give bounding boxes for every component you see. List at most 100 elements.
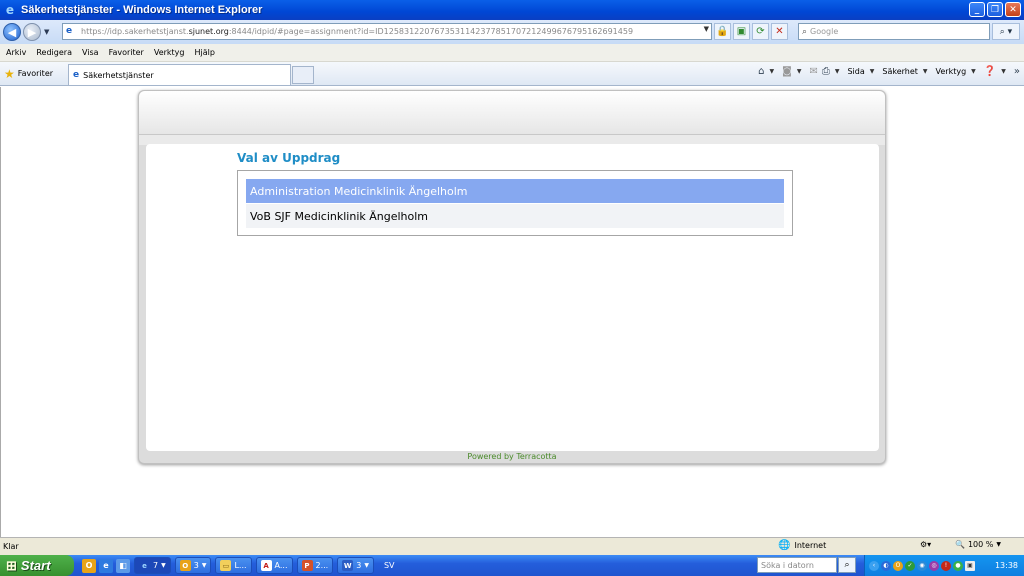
status-bar: Klar 🌐 Internet ⚙▾ 🔍 100 % ▼ <box>0 537 1024 555</box>
taskbar: ⊞ Start O e ◧ e 7 ▼ O 3 ▼ ▭ L... A A... … <box>0 555 1024 576</box>
search-input[interactable]: ⌕ Google <box>798 23 990 40</box>
history-dropdown-icon[interactable]: ▼ <box>44 28 49 36</box>
tray-antivirus-icon[interactable]: ! <box>941 560 951 571</box>
tray-shield-icon[interactable]: ✓ <box>905 560 915 571</box>
zoom-control[interactable]: 🔍 100 % ▼ <box>955 540 1001 549</box>
ie-logo-icon: e <box>5 3 15 17</box>
lock-icon[interactable]: 🔒 <box>714 23 731 40</box>
stop-icon[interactable]: ✕ <box>771 23 788 40</box>
start-button[interactable]: ⊞ Start <box>0 555 74 576</box>
menu-item-hjalp[interactable]: Hjälp <box>195 48 215 57</box>
tray-sync-icon[interactable]: ◎ <box>929 560 939 571</box>
taskbar-button-folder[interactable]: ▭ L... <box>215 557 252 574</box>
taskbar-word-count: 3 <box>356 561 362 570</box>
outlook-icon: O <box>179 560 191 571</box>
desktop-quicklaunch-icon[interactable]: ◧ <box>116 558 130 573</box>
zoom-icon: 🔍 <box>955 540 965 549</box>
zoom-level: 100 % <box>967 540 994 549</box>
assignment-item-administration[interactable]: Administration Medicinklinik Ängelholm <box>246 179 784 203</box>
command-bar: ⌂ ▼ ◙ ▼ ✉ ⎙ ▼ Sida ▼ Säkerhet ▼ Verktyg ▼ ❓ ▼ » <box>758 66 1020 77</box>
desktop-search-placeholder: Söka i datorn <box>761 560 814 570</box>
forward-button[interactable]: ▶ <box>23 23 41 41</box>
assignment-panel: Val av Uppdrag Administration Medicinkli… <box>138 90 886 464</box>
minimize-button[interactable]: _ <box>969 2 985 17</box>
taskbar-outlook-count: 3 <box>193 561 199 570</box>
maximize-button[interactable]: ❐ <box>987 2 1003 17</box>
menu-item-visa[interactable]: Visa <box>82 48 99 57</box>
status-text: Klar <box>3 542 19 551</box>
new-tab-button[interactable] <box>292 66 314 84</box>
desktop-search-input[interactable]: Söka i datorn <box>757 557 837 573</box>
address-bar[interactable]: e https://idp.sakerhetstjanst.sjunet.org… <box>62 23 712 40</box>
back-button[interactable]: ◀ <box>3 23 21 41</box>
taskbar-button-outlook[interactable]: O 3 ▼ <box>174 557 212 574</box>
tab-label: Säkerhetstjänster <box>83 70 154 80</box>
mail-icon[interactable]: ✉ <box>809 66 817 77</box>
title-bar: e Säkerhetstjänster - Windows Internet E… <box>0 0 1024 20</box>
safety-dropdown-icon[interactable]: ▼ <box>923 68 928 75</box>
search-button[interactable]: ⌕ ▾ <box>992 23 1020 40</box>
print-icon[interactable]: ⎙ <box>822 66 830 77</box>
zoom-dropdown-icon: ▼ <box>996 541 1002 548</box>
chevron-down-icon: ▼ <box>364 562 369 569</box>
home-dropdown-icon[interactable]: ▼ <box>769 68 774 75</box>
feeds-dropdown-icon[interactable]: ▼ <box>797 68 802 75</box>
protected-mode-icon[interactable]: ⚙▾ <box>920 540 931 549</box>
tray-update-icon[interactable]: ◉ <box>917 560 927 571</box>
refresh-icon[interactable]: ⟳ <box>752 23 769 40</box>
chevron-more-icon[interactable]: » <box>1014 66 1020 77</box>
assignment-list[interactable]: Administration Medicinklinik Ängelholm V… <box>237 170 793 236</box>
print-dropdown-icon[interactable]: ▼ <box>835 68 840 75</box>
address-dropdown-icon[interactable]: ▼ <box>704 25 709 33</box>
tab-sakerhetstjanster[interactable]: e Säkerhetstjänster <box>68 64 291 85</box>
language-indicator[interactable]: SV <box>384 561 395 570</box>
tools-menu[interactable]: Verktyg <box>936 67 967 76</box>
ie-quicklaunch-icon[interactable]: e <box>99 558 113 573</box>
menu-item-verktyg[interactable]: Verktyg <box>154 48 185 57</box>
taskbar-button-powerpoint[interactable]: P 2... <box>296 557 334 574</box>
taskbar-folder-label: L... <box>234 561 247 570</box>
menu-bar: Arkiv Redigera Visa Favoriter Verktyg Hj… <box>0 44 1024 62</box>
tray-display-icon[interactable]: ▣ <box>965 560 975 571</box>
taskbar-button-acrobat[interactable]: A A... <box>255 557 293 574</box>
tray-messenger-icon[interactable]: ● <box>953 560 963 571</box>
page-menu[interactable]: Sida <box>847 67 864 76</box>
help-dropdown-icon[interactable]: ▼ <box>1001 68 1006 75</box>
tools-dropdown-icon[interactable]: ▼ <box>971 68 976 75</box>
home-icon[interactable]: ⌂ <box>758 66 764 77</box>
window-title: Säkerhetstjänster - Windows Internet Exp… <box>21 4 263 16</box>
taskbar-button-word[interactable]: W 3 ▼ <box>337 557 374 574</box>
clock[interactable]: 13:38 <box>995 561 1018 570</box>
safety-menu[interactable]: Säkerhet <box>882 67 918 76</box>
desktop-search-button[interactable]: ⌕ <box>838 557 856 573</box>
powerpoint-icon: P <box>301 560 313 571</box>
close-button[interactable]: ✕ <box>1005 2 1021 17</box>
quick-launch: O e ◧ <box>82 558 130 573</box>
chevron-down-icon: ▼ <box>201 562 207 569</box>
taskbar-ie-count: 7 <box>153 561 159 570</box>
compatibility-icon[interactable]: ▣ <box>733 23 750 40</box>
word-icon: W <box>342 560 354 571</box>
taskbar-button-ie[interactable]: e 7 ▼ <box>134 557 171 574</box>
assignment-item-vob-sjf[interactable]: VoB SJF Medicinklinik Ängelholm <box>246 204 784 228</box>
menu-item-arkiv[interactable]: Arkiv <box>6 48 26 57</box>
tray-network-icon[interactable]: ◐ <box>881 560 891 571</box>
tray-chevron-icon[interactable]: ‹ <box>869 560 879 571</box>
panel-header <box>139 91 885 135</box>
search-placeholder: Google <box>810 27 839 36</box>
menu-item-redigera[interactable]: Redigera <box>36 48 72 57</box>
page-icon: e <box>66 26 73 36</box>
tray-outlook-icon[interactable]: O <box>893 560 903 571</box>
feeds-icon[interactable]: ◙ <box>782 66 792 77</box>
page-dropdown-icon[interactable]: ▼ <box>870 68 875 75</box>
taskbar-powerpoint-label: 2... <box>315 561 329 570</box>
favorites-button[interactable]: ★ Favoriter <box>4 67 53 81</box>
zone-label: Internet <box>794 541 827 550</box>
outlook-quicklaunch-icon[interactable]: O <box>82 558 96 573</box>
help-icon[interactable]: ❓ <box>984 66 996 77</box>
security-zone[interactable]: 🌐 Internet <box>778 540 826 551</box>
chevron-down-icon: ▼ <box>161 562 166 569</box>
menu-item-favoriter[interactable]: Favoriter <box>109 48 144 57</box>
star-icon: ★ <box>4 66 15 81</box>
windows-flag-icon: ⊞ <box>6 557 17 573</box>
